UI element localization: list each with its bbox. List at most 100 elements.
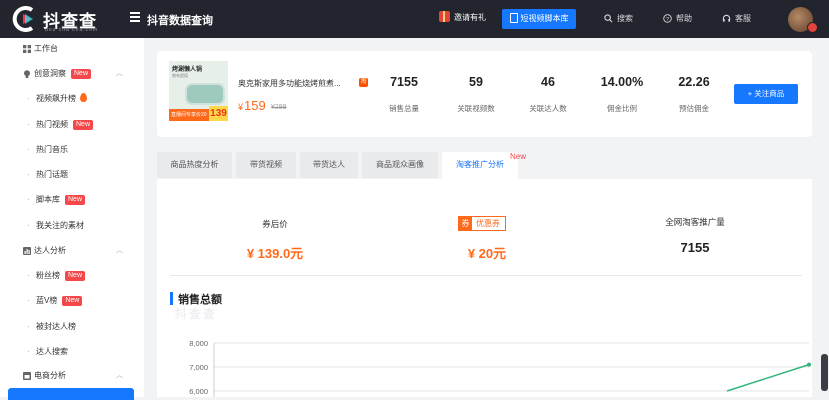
coupon-icon: 券: [459, 217, 472, 230]
tab-new-badge: New: [510, 152, 527, 161]
y-tick-label: 8,000: [189, 339, 208, 348]
tab-sales-influencers[interactable]: 带货达人: [300, 152, 358, 178]
after-coupon-label: 券后价: [262, 219, 288, 229]
promotion-panel: 券后价 ¥ 139.0元 券优惠券 ¥ 20元 全网淘客推广量 7155 销售总…: [157, 179, 812, 397]
invite-label: 邀请有礼: [454, 13, 486, 22]
stat-total-sales: 7155 销售总量: [369, 75, 439, 114]
promo-volume-label: 全网淘客推广量: [665, 217, 725, 227]
chevron-up-icon[interactable]: ︿: [116, 64, 123, 84]
script-library-button[interactable]: 短视频脚本库: [502, 9, 576, 29]
sales-chart[interactable]: 8,000 7,000 6,000: [157, 329, 812, 397]
product-card: 烤涮懒人锅 物有超值 直播间专享价20 139 奥克斯家用多功能烧烤煎煮... …: [157, 51, 812, 137]
fire-icon: [80, 93, 87, 102]
logo[interactable]: 抖查查 dou cha cha.com: [12, 5, 132, 33]
stat-label: 佣金比例: [607, 104, 637, 113]
series-line: [726, 363, 810, 392]
chart-icon: [23, 247, 31, 255]
sidebar-item-label: 视频飙升榜: [36, 94, 76, 103]
product-image-strip-text: 直播间专享价20: [171, 112, 207, 118]
product-image-title: 烤涮懒人锅: [172, 67, 203, 73]
sidebar-item-label: 蓝V榜: [36, 296, 58, 305]
sidebar-item-label: 工作台: [34, 44, 58, 53]
sidebar-group-label: 电商分析: [34, 371, 66, 380]
product-image[interactable]: 烤涮懒人锅 物有超值 直播间专享价20 139: [169, 61, 228, 121]
sidebar-item-video-rise[interactable]: · 视频飙升榜: [0, 89, 144, 109]
service-link[interactable]: 客服: [722, 13, 751, 24]
sidebar-item-script-library[interactable]: · 脚本库 New: [0, 190, 144, 210]
script-library-label: 短视频脚本库: [520, 14, 569, 23]
sidebar-item-label: 粉丝榜: [36, 271, 60, 280]
sidebar-item-hot-music[interactable]: · 热门音乐: [0, 140, 144, 160]
sidebar-group-label: 创意洞察 New: [34, 64, 92, 84]
search-icon: [604, 14, 613, 23]
new-badge: New: [65, 271, 86, 281]
product-title[interactable]: 奥克斯家用多功能烧烤煎煮...: [238, 78, 341, 89]
tab-audience-profile[interactable]: 商品观众画像: [362, 152, 438, 178]
logo-icon: [12, 6, 34, 32]
sidebar-item-label: 热门话题: [36, 170, 68, 179]
stat-value: 22.26: [678, 75, 710, 89]
after-coupon-value: ¥ 139.0元: [246, 246, 304, 261]
coupon-label: 优惠券: [476, 219, 500, 228]
stat-value: 59: [469, 75, 483, 89]
grill-pan-graphic: [185, 83, 225, 105]
tab-sales-videos[interactable]: 带货视频: [236, 152, 296, 178]
search-link[interactable]: 搜索: [604, 13, 633, 24]
help-label: 帮助: [676, 14, 692, 23]
sidebar-item-label: 我关注的素材: [36, 221, 84, 230]
document-icon: [509, 13, 518, 23]
sidebar-item-label: 脚本库: [36, 195, 60, 204]
coupon-value: ¥ 20元: [467, 246, 507, 261]
grid-icon: [23, 45, 31, 53]
sidebar-item-workbench[interactable]: 工作台: [0, 39, 144, 59]
product-image-price: 139: [209, 106, 228, 121]
coupon-tag: 券优惠券: [458, 216, 506, 231]
chevron-up-icon[interactable]: ︿: [116, 241, 123, 261]
follow-product-button[interactable]: + 关注商品: [734, 84, 798, 104]
sidebar-item-bluev-rank[interactable]: · 蓝V榜 New: [0, 291, 144, 311]
sidebar-item-fans-rank[interactable]: · 粉丝榜 New: [0, 266, 144, 286]
sidebar-active-item[interactable]: [8, 388, 134, 400]
sidebar-group-ecommerce[interactable]: 电商分析 ︿: [0, 366, 144, 386]
help-link[interactable]: ? 帮助: [663, 13, 692, 24]
sidebar-item-followed-material[interactable]: · 我关注的素材: [0, 216, 144, 236]
sidebar-group-label: 达人分析: [34, 246, 66, 255]
stat-value: 46: [541, 75, 555, 89]
chevron-up-icon[interactable]: ︿: [116, 366, 123, 386]
logo-subtext: dou cha cha.com: [45, 27, 99, 33]
product-price: ¥159: [238, 98, 266, 113]
sidebar-group-creative[interactable]: 创意洞察 New ︿: [0, 64, 144, 84]
avatar-badge: [807, 22, 818, 33]
help-icon: ?: [663, 14, 672, 23]
sidebar-item-hot-video[interactable]: · 热门视频 New: [0, 115, 144, 135]
y-tick-label: 7,000: [189, 363, 208, 372]
data-point[interactable]: [807, 362, 811, 367]
sidebar-item-influencer-search[interactable]: · 达人搜索: [0, 342, 144, 362]
app-title: 抖音数据查询: [147, 15, 213, 27]
sidebar-item-banned-rank[interactable]: · 被封达人榜: [0, 317, 144, 337]
bulb-icon: [24, 70, 30, 78]
new-badge: New: [65, 195, 86, 205]
service-label: 客服: [735, 14, 751, 23]
stat-influencer-count: 46 关联达人数: [513, 75, 583, 114]
sidebar-group-influencer[interactable]: 达人分析 ︿: [0, 241, 144, 261]
new-badge: New: [71, 69, 92, 79]
stat-video-count: 59 关联视频数: [441, 75, 511, 114]
product-image-subtitle: 物有超值: [172, 73, 188, 78]
search-label: 搜索: [617, 14, 633, 23]
stat-value: 14.00%: [600, 75, 644, 89]
store-icon: [23, 372, 31, 380]
invite-link[interactable]: 邀请有礼: [439, 11, 486, 23]
scrollbar[interactable]: [821, 354, 828, 391]
menu-icon[interactable]: [130, 12, 140, 22]
stat-label: 销售总量: [389, 104, 419, 113]
tab-taoke-promotion[interactable]: 淘客推广分析: [442, 152, 518, 179]
sidebar-item-label: 热门视频: [36, 120, 68, 129]
sidebar-item-hot-topic[interactable]: · 热门话题: [0, 165, 144, 185]
new-badge: New: [73, 120, 94, 130]
original-price: ¥289: [271, 104, 287, 111]
stat-estimated-commission: 22.26 预估佣金: [659, 75, 729, 114]
tab-heat-analysis[interactable]: 商品热度分析: [157, 152, 232, 178]
promo-volume-value: 7155: [680, 240, 710, 255]
sidebar-item-label: 达人搜索: [36, 347, 68, 356]
